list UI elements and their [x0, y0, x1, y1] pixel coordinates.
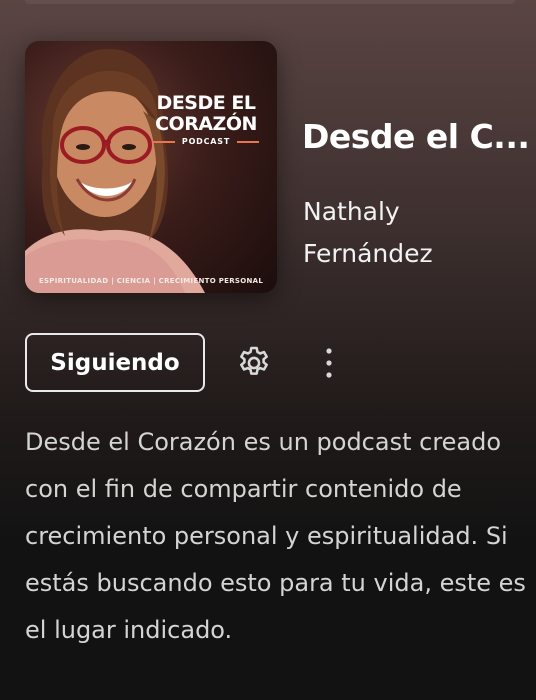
podcast-description: Desde el Corazón es un podcast creado co…	[25, 428, 526, 644]
more-options-button[interactable]	[313, 342, 345, 384]
cover-title: DESDE EL CORAZÓN	[155, 92, 257, 135]
podcast-title: Desde el C...	[302, 117, 530, 156]
following-button[interactable]: Siguiendo	[25, 333, 205, 392]
cover-accent-line-right	[237, 141, 259, 143]
top-edge-strip	[24, 0, 516, 4]
gear-icon	[240, 346, 268, 375]
cover-footer-text: ESPIRITUALIDAD | CIENCIA | CRECIMIENTO P…	[38, 277, 264, 285]
podcast-cover-art: DESDE EL CORAZÓN PODCAST ESPIRITUALIDAD …	[25, 41, 277, 293]
settings-button[interactable]	[233, 342, 275, 384]
more-vertical-icon	[326, 348, 332, 378]
cover-portrait-illustration	[25, 48, 205, 293]
podcast-author-link[interactable]: Nathaly Fernández	[303, 191, 523, 275]
